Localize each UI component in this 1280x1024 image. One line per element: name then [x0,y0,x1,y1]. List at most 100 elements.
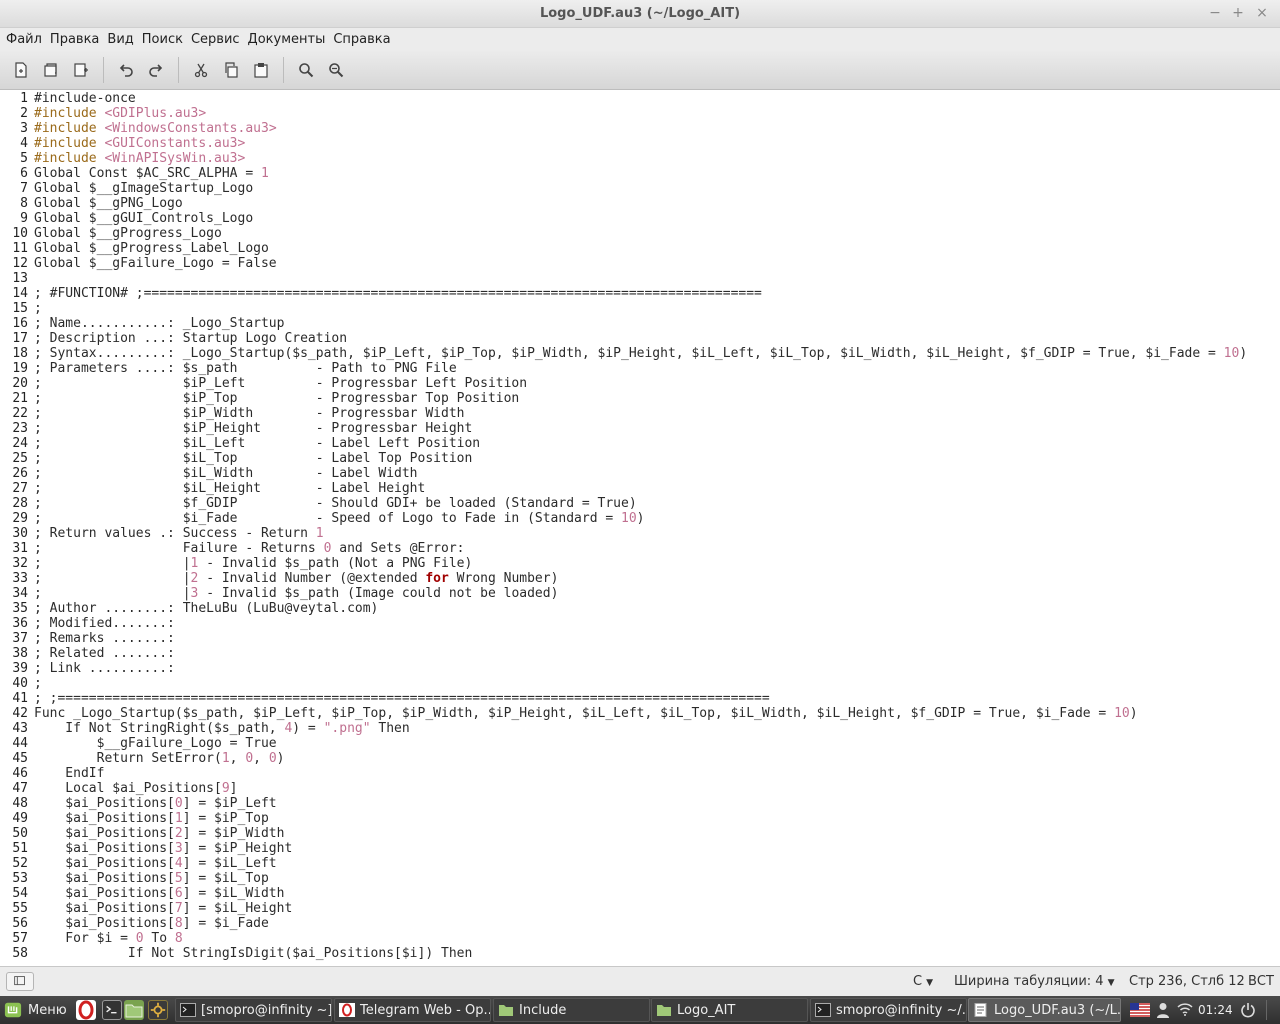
menu-edit[interactable]: Правка [46,32,103,47]
code-line[interactable]: 23 ; $iP_Height - Progressbar Height [0,421,1280,436]
code-line[interactable]: 28 ; $f_GDIP - Should GDI+ be loaded (Sta… [0,496,1280,511]
code-line[interactable]: 15; [0,301,1280,316]
open-file-button[interactable] [38,57,64,83]
opera-launcher[interactable] [76,1000,96,1020]
tab-width-selector[interactable]: Ширина табуляции: 4 ▼ [954,974,1114,989]
code-line[interactable]: 56 $ai_Positions[8] = $i_Fade [0,916,1280,931]
code-line[interactable]: 49 $ai_Positions[1] = $iP_Top [0,811,1280,826]
code-line[interactable]: 18 ; Syntax.........: _Logo_Startup($s_pa… [0,346,1280,361]
code-line[interactable]: 55 $ai_Positions[7] = $iL_Height [0,901,1280,916]
wifi-icon[interactable] [1177,1002,1193,1016]
find-button[interactable] [293,57,319,83]
redo-button[interactable] [143,57,169,83]
minimize-button[interactable]: − [1205,3,1225,23]
code-line[interactable]: 11 Global $__gProgress_Label_Logo [0,241,1280,256]
code-line[interactable]: 5 #include <WinAPISysWin.au3> [0,151,1280,166]
task-text-editor[interactable]: Logo_UDF.au3 (~/L... [968,998,1121,1022]
clock[interactable]: 01:24 [1198,1003,1233,1017]
cut-button[interactable] [188,57,214,83]
show-desktop-button[interactable] [1266,1000,1276,1020]
maximize-button[interactable]: + [1228,3,1248,23]
task-terminal-1[interactable]: [smopro@infinity ~] [175,998,332,1022]
code-line[interactable]: 3 #include <WindowsConstants.au3> [0,121,1280,136]
sidebar-toggle-button[interactable] [6,972,34,991]
code-line[interactable]: 31 ; Failure - Returns 0 and Sets @Error: [0,541,1280,556]
code-line[interactable]: 37 ; Remarks .......: [0,631,1280,646]
code-line[interactable]: 38 ; Related .......: [0,646,1280,661]
code-line[interactable]: 33 ; |2 - Invalid Number (@extended for W… [0,571,1280,586]
power-icon[interactable] [1240,1002,1256,1018]
paste-button[interactable] [248,57,274,83]
code-line[interactable]: 32 ; |1 - Invalid $s_path (Not a PNG File… [0,556,1280,571]
code-line[interactable]: 45 Return SetError(1, 0, 0) [0,751,1280,766]
files-launcher[interactable] [124,1000,144,1020]
task-terminal-2[interactable]: smopro@infinity ~/... [810,998,967,1022]
task-telegram[interactable]: Telegram Web - Op... [334,998,491,1022]
menu-documents[interactable]: Документы [244,32,330,47]
terminal-launcher[interactable] [102,1000,122,1020]
code-line[interactable]: 1 #include-once [0,91,1280,106]
code-line[interactable]: 36 ; Modified.......: [0,616,1280,631]
code-line[interactable]: 22 ; $iP_Width - Progressbar Width [0,406,1280,421]
code-line[interactable]: 41 ; ;===================================… [0,691,1280,706]
code-line[interactable]: 14 ; #FUNCTION# ;========================… [0,286,1280,301]
code-line[interactable]: 29 ; $i_Fade - Speed of Logo to Fade in (… [0,511,1280,526]
start-menu-button[interactable]: Меню [4,1000,67,1020]
task-logo-ait-folder[interactable]: Logo_AIT [651,998,808,1022]
code-line[interactable]: 10 Global $__gProgress_Logo [0,226,1280,241]
code-line[interactable]: 13 [0,271,1280,286]
code-line[interactable]: 7 Global $__gImageStartup_Logo [0,181,1280,196]
code-line[interactable]: 16 ; Name...........: _Logo_Startup [0,316,1280,331]
task-include-folder[interactable]: Include [493,998,650,1022]
menu-file[interactable]: Файл [2,32,46,47]
code-line[interactable]: 40; [0,676,1280,691]
code-line[interactable]: 42 Func _Logo_Startup($s_path, $iP_Left, … [0,706,1280,721]
code-line[interactable]: 46 EndIf [0,766,1280,781]
code-line[interactable]: 52 $ai_Positions[4] = $iL_Left [0,856,1280,871]
language-selector[interactable]: C ▼ [913,974,933,989]
menu-help[interactable]: Справка [329,32,394,47]
code-line[interactable]: 6 Global Const $AC_SRC_ALPHA = 1 [0,166,1280,181]
code-line[interactable]: 30 ; Return values .: Success - Return 1 [0,526,1280,541]
code-line[interactable]: 43 If Not StringRight($s_path, 4) = ".pn… [0,721,1280,736]
code-line[interactable]: 47 Local $ai_Positions[9] [0,781,1280,796]
code-line[interactable]: 51 $ai_Positions[3] = $iP_Height [0,841,1280,856]
line-number: 9 [20,211,28,226]
copy-button[interactable] [218,57,244,83]
undo-button[interactable] [113,57,139,83]
code-line[interactable]: 58 If Not StringIsDigit($ai_Positions[$i… [0,946,1280,961]
code-line[interactable]: 39 ; Link ..........: [0,661,1280,676]
code-line[interactable]: 24 ; $iL_Left - Label Left Position [0,436,1280,451]
code-line[interactable]: 53 $ai_Positions[5] = $iL_Top [0,871,1280,886]
code-line[interactable]: 48 $ai_Positions[0] = $iP_Left [0,796,1280,811]
code-line[interactable]: 35 ; Author ........: TheLuBu (LuBu@veyta… [0,601,1280,616]
code-line[interactable]: 50 $ai_Positions[2] = $iP_Width [0,826,1280,841]
code-line[interactable]: 2 #include <GDIPlus.au3> [0,106,1280,121]
code-line[interactable]: 19 ; Parameters ....: $s_path - Path to P… [0,361,1280,376]
code-editor[interactable]: 1 #include-once 2 #include <GDIPlus.au3> 3 #i… [0,91,1280,965]
close-button[interactable]: × [1252,3,1272,23]
us-flag-icon[interactable] [1130,1003,1150,1017]
find-replace-button[interactable] [323,57,349,83]
code-line[interactable]: 9 Global $__gGUI_Controls_Logo [0,211,1280,226]
code-line[interactable]: 54 $ai_Positions[6] = $iL_Width [0,886,1280,901]
code-line[interactable]: 26 ; $iL_Width - Label Width [0,466,1280,481]
code-line[interactable]: 12 Global $__gFailure_Logo = False [0,256,1280,271]
settings-launcher[interactable] [148,1000,168,1020]
code-line[interactable]: 4 #include <GUIConstants.au3> [0,136,1280,151]
code-line[interactable]: 21 ; $iP_Top - Progressbar Top Position [0,391,1280,406]
code-line[interactable]: 34 ; |3 - Invalid $s_path (Image could no… [0,586,1280,601]
menu-view[interactable]: Вид [103,32,137,47]
code-line[interactable]: 17 ; Description ...: Startup Logo Creati… [0,331,1280,346]
menu-search[interactable]: Поиск [138,32,187,47]
code-line[interactable]: 57 For $i = 0 To 8 [0,931,1280,946]
code-line[interactable]: 25 ; $iL_Top - Label Top Position [0,451,1280,466]
code-line[interactable]: 20 ; $iP_Left - Progressbar Left Position [0,376,1280,391]
menu-tools[interactable]: Сервис [187,32,244,47]
code-line[interactable]: 27 ; $iL_Height - Label Height [0,481,1280,496]
save-file-button[interactable] [68,57,94,83]
user-icon[interactable] [1156,1002,1170,1018]
code-line[interactable]: 8 Global $__gPNG_Logo [0,196,1280,211]
new-document-button[interactable] [8,57,34,83]
code-line[interactable]: 44 $__gFailure_Logo = True [0,736,1280,751]
